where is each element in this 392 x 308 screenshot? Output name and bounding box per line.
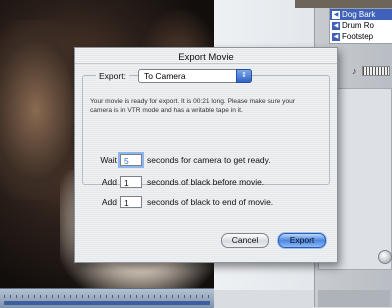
wait-label: Wait: [100, 155, 117, 165]
timeline-ruler: [4, 295, 210, 298]
volume-icon: ♪: [352, 66, 357, 76]
speaker-icon: ◀: [332, 10, 340, 19]
panel-top-strip: [295, 0, 392, 8]
timeline-scrubber[interactable]: [0, 288, 214, 308]
track-label: Footstep: [342, 32, 374, 41]
list-item[interactable]: ◀ Footstep: [330, 31, 392, 42]
export-movie-dialog: Export Movie Export: To Camera ⇕ Your mo…: [74, 47, 338, 263]
panel-bottom-strip: [318, 290, 390, 307]
black-end-suffix: seconds of black to end of movie.: [147, 197, 274, 207]
list-item[interactable]: ◀ Drum Ro: [330, 20, 392, 31]
updown-arrows-icon: ⇕: [236, 69, 252, 83]
export-message: Your movie is ready for export. It is 00…: [90, 98, 295, 114]
list-item[interactable]: ◀ Dog Bark: [330, 9, 392, 20]
volume-slider[interactable]: [362, 66, 390, 76]
export-destination-value: To Camera: [144, 71, 186, 81]
export-group-box: [82, 75, 330, 185]
black-before-suffix: seconds of black before movie.: [147, 177, 265, 187]
speaker-icon: ◀: [332, 21, 340, 30]
play-knob-icon[interactable]: [378, 250, 392, 264]
export-button[interactable]: Export: [278, 233, 326, 248]
export-label: Export:: [96, 71, 129, 81]
black-end-row: Add 1 seconds of black to end of movie.: [75, 196, 273, 208]
track-label: Dog Bark: [342, 10, 376, 19]
black-before-label: Add: [101, 177, 117, 187]
timeline-bar[interactable]: [4, 301, 210, 305]
black-end-field[interactable]: 1: [120, 196, 142, 208]
black-before-row: Add 1 seconds of black before movie.: [75, 176, 264, 188]
cancel-button[interactable]: Cancel: [221, 233, 269, 248]
audio-track-list: ◀ Dog Bark ◀ Drum Ro ◀ Footstep: [329, 8, 392, 44]
wait-suffix: seconds for camera to get ready.: [147, 155, 271, 165]
black-end-label: Add: [101, 197, 117, 207]
export-destination-select[interactable]: To Camera ⇕: [138, 69, 252, 83]
wait-row: Wait 5 seconds for camera to get ready.: [75, 154, 271, 166]
black-before-field[interactable]: 1: [120, 176, 142, 188]
dialog-title: Export Movie: [178, 52, 234, 63]
speaker-icon: ◀: [332, 32, 340, 41]
wait-seconds-field[interactable]: 5: [120, 154, 142, 166]
track-label: Drum Ro: [342, 21, 375, 30]
